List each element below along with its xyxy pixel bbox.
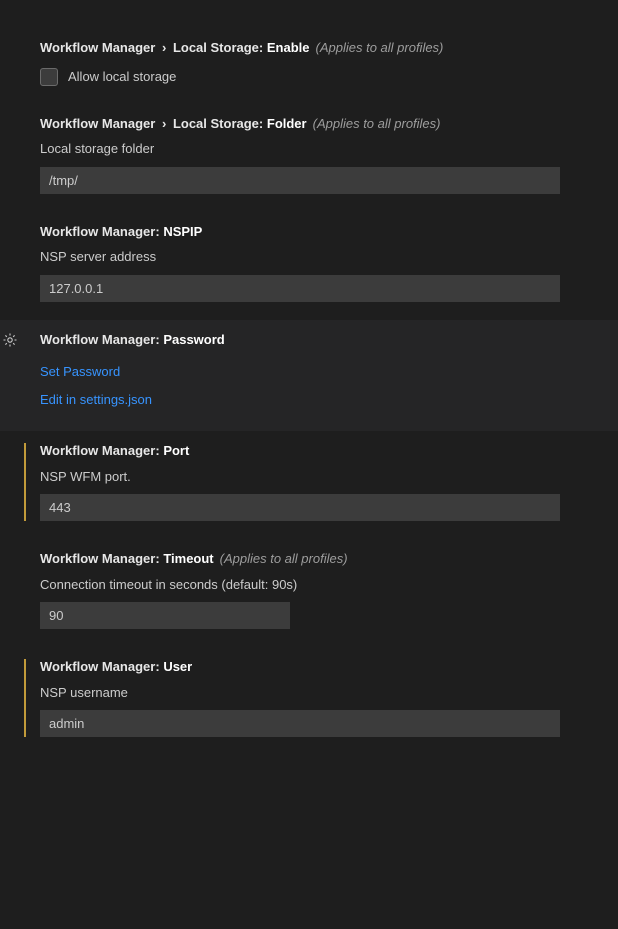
checkbox-row: Allow local storage — [40, 68, 578, 86]
setting-description: NSP WFM port. — [40, 467, 578, 487]
setting-key: Folder — [267, 116, 307, 131]
setting-key: Timeout — [163, 551, 213, 566]
setting-title: Workflow Manager › Local Storage: Folder… — [40, 114, 578, 140]
scope-note: (Applies to all profiles) — [220, 551, 348, 566]
setting-category: Workflow Manager — [40, 332, 155, 347]
setting-key: Enable — [267, 40, 310, 55]
setting-description: NSP username — [40, 683, 578, 703]
setting-title: Workflow Manager: Password — [40, 330, 578, 356]
setting-key: NSPIP — [163, 224, 202, 239]
setting-subcategory: Local Storage — [173, 40, 259, 55]
setting-user: Workflow Manager: User NSP username — [0, 647, 618, 755]
setting-key: Port — [163, 443, 189, 458]
scope-note: (Applies to all profiles) — [313, 116, 441, 131]
setting-description: Connection timeout in seconds (default: … — [40, 575, 578, 595]
gear-icon[interactable] — [2, 332, 18, 348]
port-input[interactable] — [40, 494, 560, 521]
setting-timeout: Workflow Manager: Timeout (Applies to al… — [0, 539, 618, 647]
setting-category: Workflow Manager — [40, 40, 155, 55]
setting-nspip: Workflow Manager: NSPIP NSP server addre… — [0, 212, 618, 320]
setting-category: Workflow Manager — [40, 443, 155, 458]
edit-in-settings-json-link[interactable]: Edit in settings.json — [40, 389, 578, 411]
scope-note: (Applies to all profiles) — [316, 40, 444, 55]
setting-description: NSP server address — [40, 247, 578, 267]
setting-description: Local storage folder — [40, 139, 578, 159]
user-input[interactable] — [40, 710, 560, 737]
setting-title: Workflow Manager: Port — [40, 441, 578, 467]
setting-title: Workflow Manager: User — [40, 657, 578, 683]
setting-subcategory: Local Storage — [173, 116, 259, 131]
footer-spacer — [0, 775, 618, 793]
setting-title: Workflow Manager › Local Storage: Enable… — [40, 38, 578, 64]
timeout-input[interactable] — [40, 602, 290, 629]
set-password-link[interactable]: Set Password — [40, 361, 578, 383]
setting-category: Workflow Manager — [40, 116, 155, 131]
breadcrumb-separator: › — [159, 40, 169, 55]
setting-password: Workflow Manager: Password Set Password … — [0, 320, 618, 432]
setting-port: Workflow Manager: Port NSP WFM port. — [0, 431, 618, 539]
settings-list: Workflow Manager › Local Storage: Enable… — [0, 0, 618, 775]
setting-category: Workflow Manager — [40, 659, 155, 674]
breadcrumb-separator: › — [159, 116, 169, 131]
setting-local-storage-enable: Workflow Manager › Local Storage: Enable… — [0, 28, 618, 104]
setting-title: Workflow Manager: Timeout (Applies to al… — [40, 549, 578, 575]
allow-local-storage-checkbox[interactable] — [40, 68, 58, 86]
setting-category: Workflow Manager — [40, 551, 155, 566]
nspip-input[interactable] — [40, 275, 560, 302]
local-storage-folder-input[interactable] — [40, 167, 560, 194]
setting-category: Workflow Manager — [40, 224, 155, 239]
setting-title: Workflow Manager: NSPIP — [40, 222, 578, 248]
checkbox-label: Allow local storage — [68, 69, 176, 84]
setting-local-storage-folder: Workflow Manager › Local Storage: Folder… — [0, 104, 618, 212]
setting-key: Password — [163, 332, 224, 347]
setting-key: User — [163, 659, 192, 674]
